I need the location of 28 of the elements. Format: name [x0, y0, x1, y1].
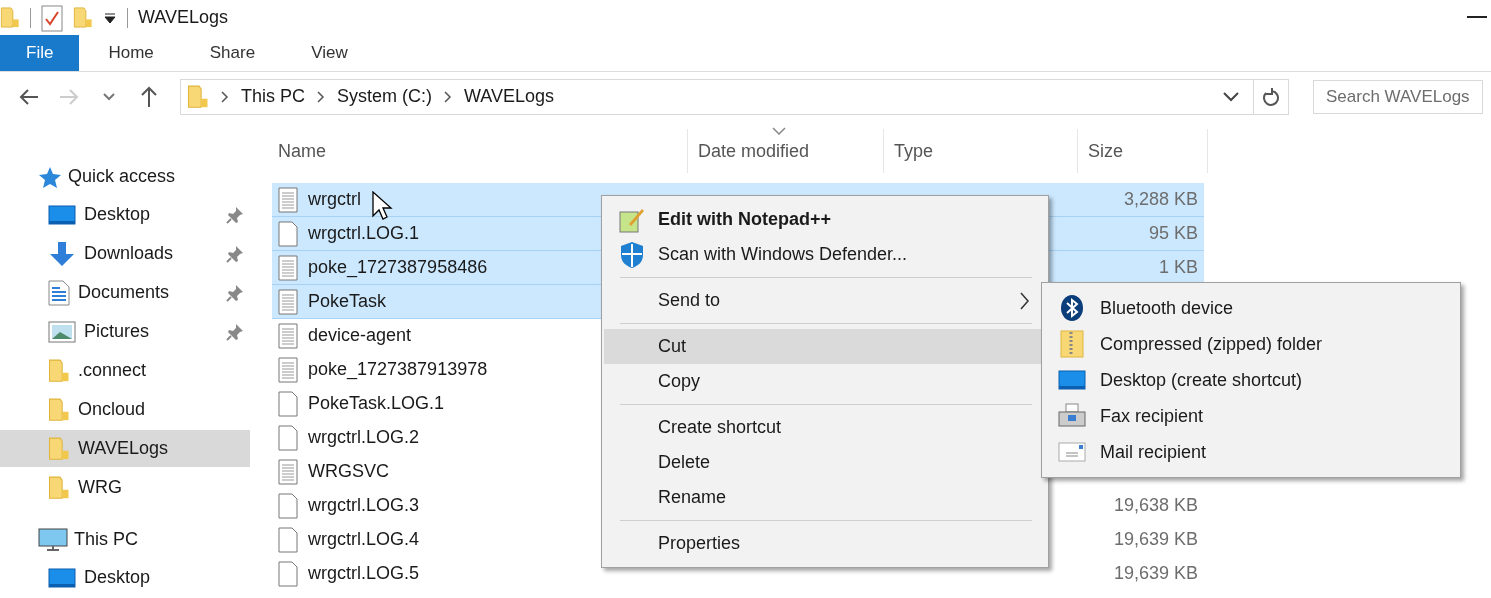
file-size: 1 KB [1157, 257, 1199, 278]
file-name: wrgctrl.LOG.3 [308, 495, 420, 516]
file-size: 95 KB [1147, 223, 1199, 244]
file-name: wrgctrl [308, 189, 361, 210]
file-size: 19,639 KB [1112, 563, 1199, 584]
file-name: PokeTask.LOG.1 [308, 393, 445, 414]
file-name: PokeTask [308, 291, 387, 312]
sidebar-label: WRG [78, 477, 123, 498]
file-name: wrgctrl.LOG.4 [308, 529, 420, 550]
sidebar-label: Downloads [84, 243, 175, 264]
file-name: poke_1727387913978 [308, 359, 488, 380]
sidebar-label: .connect [78, 360, 148, 381]
sidebar-label: Pictures [84, 321, 151, 342]
sidebar-label: WAVELogs [78, 438, 170, 459]
file-name: wrgctrl.LOG.1 [308, 223, 420, 244]
file-size: 3,288 KB [1122, 189, 1199, 210]
sidebar-label: Oncloud [78, 399, 147, 420]
sidebar-label: Desktop [84, 567, 152, 588]
file-name: poke_1727387958486 [308, 257, 488, 278]
file-name: device-agent [308, 325, 412, 346]
sidebar-label: Desktop [84, 204, 152, 225]
file-name: wrgctrl.LOG.2 [308, 427, 420, 448]
window-title: WAVELogs [138, 7, 229, 29]
sidebar-label: Documents [78, 282, 171, 303]
file-name: WRGSVC [308, 461, 389, 482]
file-size: 19,638 KB [1112, 495, 1199, 516]
file-size: 19,639 KB [1112, 529, 1199, 550]
file-name: wrgctrl.LOG.5 [308, 563, 420, 584]
